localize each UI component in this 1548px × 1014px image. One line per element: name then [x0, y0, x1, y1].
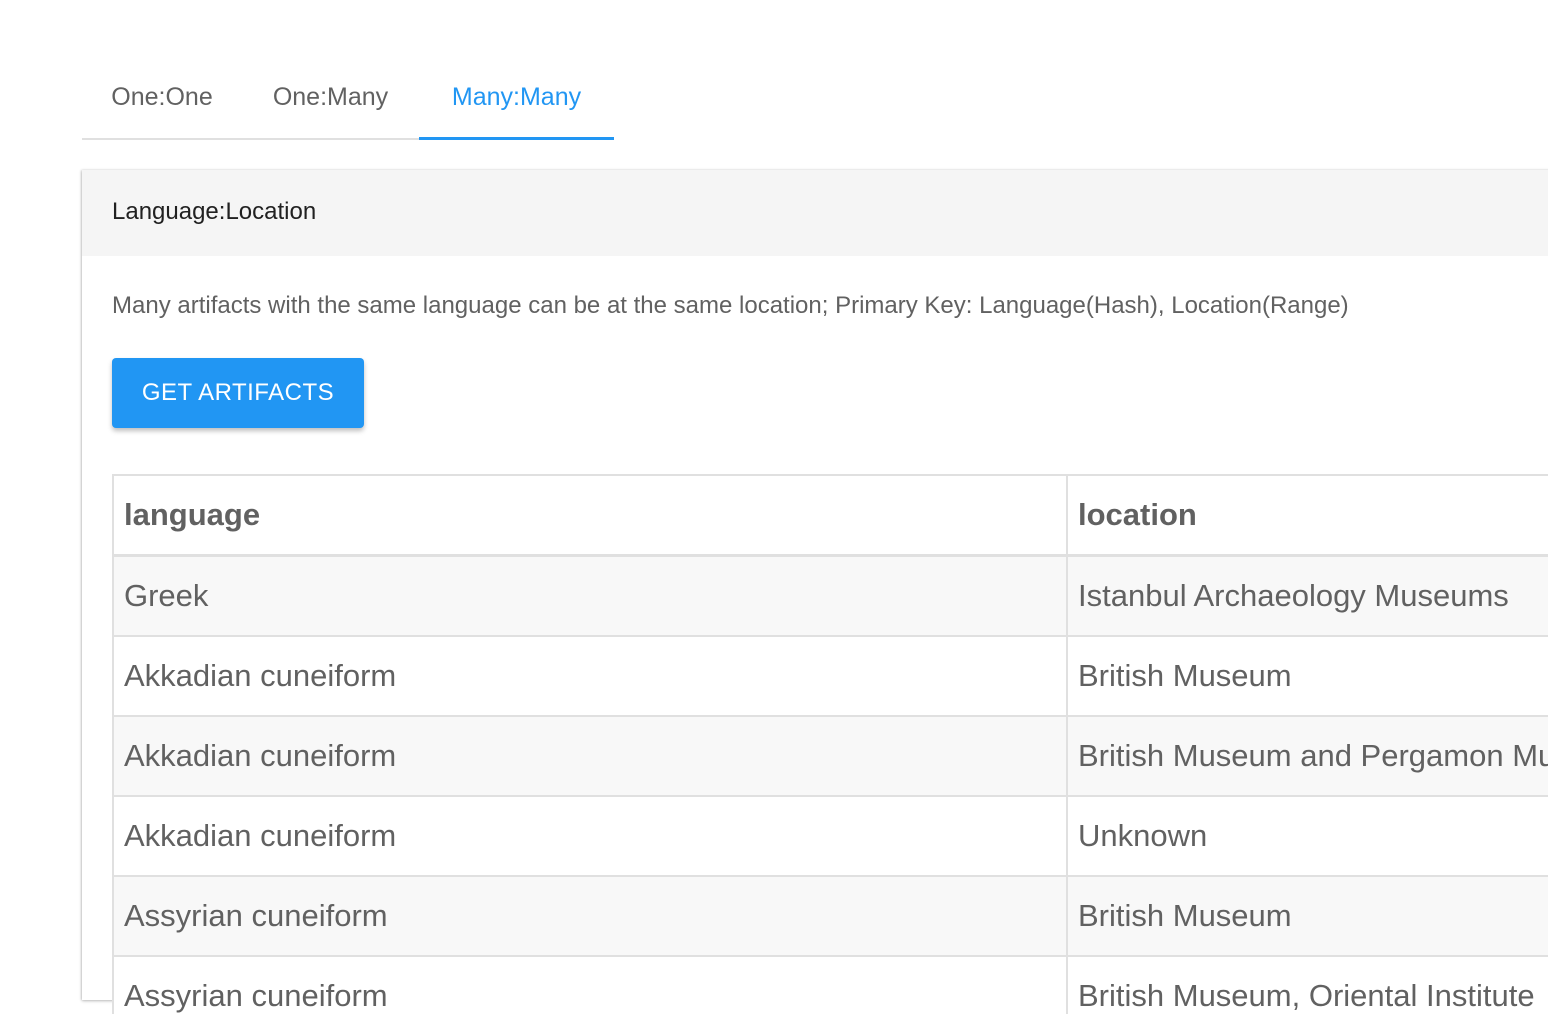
get-artifacts-button[interactable]: GET ARTIFACTS — [112, 358, 364, 428]
column-header-language[interactable]: language — [112, 474, 1068, 557]
cell-language: Akkadian cuneiform — [112, 715, 1068, 797]
tab-many-to-many[interactable]: Many:Many — [419, 62, 614, 140]
table-row: Assyrian cuneiform British Museum, Orien… — [112, 955, 1548, 1014]
relationship-tabs: One:One One:Many Many:Many — [82, 62, 1548, 140]
tab-one-to-many[interactable]: One:Many — [242, 62, 419, 140]
card-title: Language:Location — [112, 198, 317, 225]
cell-location: British Museum — [1066, 875, 1548, 957]
card-header: Language:Location — [82, 170, 1548, 256]
cell-location: British Museum — [1066, 635, 1548, 717]
card-description: Many artifacts with the same language ca… — [112, 292, 1349, 319]
tab-one-to-one[interactable]: One:One — [82, 62, 242, 140]
language-location-card: Language:Location Many artifacts with th… — [82, 170, 1548, 1014]
cell-language: Greek — [112, 554, 1068, 637]
table-header-row: language location — [112, 474, 1548, 557]
table-row: Assyrian cuneiform British Museum — [112, 875, 1548, 957]
column-header-location[interactable]: location — [1066, 474, 1548, 557]
table-row: Akkadian cuneiform British Museum and Pe… — [112, 715, 1548, 797]
cell-language: Assyrian cuneiform — [112, 875, 1068, 957]
table-row: Greek Istanbul Archaeology Museums — [112, 554, 1548, 637]
table-row: Akkadian cuneiform British Museum — [112, 635, 1548, 717]
artifacts-table-container[interactable]: language location Greek Istanbul Archaeo… — [112, 474, 1548, 1014]
table-row: Akkadian cuneiform Unknown — [112, 795, 1548, 877]
cell-language: Akkadian cuneiform — [112, 635, 1068, 717]
cell-location: Unknown — [1066, 795, 1548, 877]
cell-language: Akkadian cuneiform — [112, 795, 1068, 877]
cell-location: British Museum, Oriental Institute — [1066, 955, 1548, 1014]
cell-language: Assyrian cuneiform — [112, 955, 1068, 1014]
artifacts-table: language location Greek Istanbul Archaeo… — [112, 474, 1548, 1014]
cell-location: Istanbul Archaeology Museums — [1066, 554, 1548, 637]
cell-location: British Museum and Pergamon Museum — [1066, 715, 1548, 797]
